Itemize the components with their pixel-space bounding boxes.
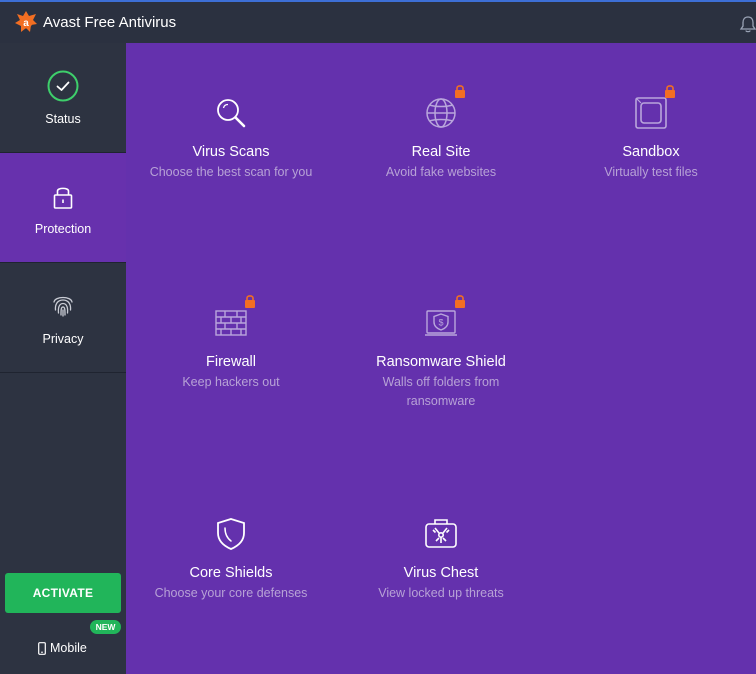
feature-title: Core Shields — [189, 565, 273, 581]
firewall-icon — [215, 310, 247, 336]
feature-title: Real Site — [411, 144, 471, 160]
premium-lock-icon — [245, 295, 255, 308]
protection-panel: Virus Scans Choose the best scan for you… — [126, 43, 756, 674]
feature-title: Ransomware Shield — [376, 354, 506, 370]
globe-icon — [426, 98, 456, 128]
mobile-link[interactable]: NEW Mobile — [0, 620, 126, 663]
new-badge: NEW — [90, 620, 121, 634]
feature-subtitle: View locked up threats — [378, 586, 504, 600]
feature-title: Virus Chest — [403, 565, 479, 581]
premium-lock-icon — [455, 295, 465, 308]
premium-lock-icon — [665, 85, 675, 98]
sandbox-icon — [635, 97, 667, 129]
premium-lock-icon — [455, 85, 465, 98]
svg-text:a: a — [23, 18, 29, 29]
sidebar-item-label: Status — [45, 112, 81, 126]
activate-button[interactable]: ACTIVATE — [5, 573, 121, 613]
feature-subtitle: Choose your core defenses — [154, 586, 308, 600]
magnifier-icon — [217, 99, 246, 128]
sidebar-item-protection[interactable]: Protection — [0, 153, 126, 263]
sidebar-item-label: Privacy — [42, 332, 84, 346]
feature-tile-sandbox[interactable]: Sandbox Virtually test files — [546, 85, 756, 238]
shield-icon — [217, 518, 245, 550]
feature-tile-virus-scans[interactable]: Virus Scans Choose the best scan for you — [126, 88, 336, 238]
sidebar-item-privacy[interactable]: Privacy — [0, 263, 126, 373]
feature-tile-firewall[interactable]: Firewall Keep hackers out — [126, 295, 336, 448]
sidebar-item-status[interactable]: Status — [0, 43, 126, 153]
avast-logo-icon: a — [15, 11, 37, 32]
sidebar: Status Protection Privacy ACTIVATE NEW M… — [0, 43, 126, 674]
feature-title: Firewall — [206, 354, 256, 370]
feature-tile-ransomware-shield[interactable]: $ Ransomware Shield Walls off folders fr… — [336, 295, 546, 448]
feature-tile-virus-chest[interactable]: Virus Chest View locked up threats — [336, 509, 546, 659]
check-circle-icon — [47, 70, 79, 102]
feature-subtitle: Choose the best scan for you — [149, 165, 313, 179]
virus-chest-icon — [425, 519, 457, 548]
feature-tile-real-site[interactable]: Real Site Avoid fake websites — [336, 85, 546, 238]
feature-tile-core-shields[interactable]: Core Shields Choose your core defenses — [126, 509, 336, 659]
feature-subtitle: Keep hackers out — [182, 375, 280, 389]
sidebar-item-label: Protection — [34, 222, 92, 236]
feature-subtitle: Walls off folders from ransomware — [382, 375, 500, 408]
bell-icon[interactable] — [738, 14, 756, 34]
ransomware-shield-icon: $ — [425, 310, 457, 336]
lock-icon — [53, 187, 73, 209]
mobile-label: Mobile — [50, 641, 87, 655]
svg-text:$: $ — [438, 318, 443, 328]
mobile-phone-icon — [38, 642, 46, 655]
title-bar: a Avast Free Antivirus — [0, 0, 756, 43]
fingerprint-icon — [53, 296, 73, 317]
app-title: Avast Free Antivirus — [43, 14, 177, 31]
feature-subtitle: Avoid fake websites — [385, 165, 497, 179]
feature-subtitle: Virtually test files — [604, 165, 698, 179]
feature-title: Virus Scans — [192, 144, 270, 160]
feature-title: Sandbox — [622, 144, 680, 160]
